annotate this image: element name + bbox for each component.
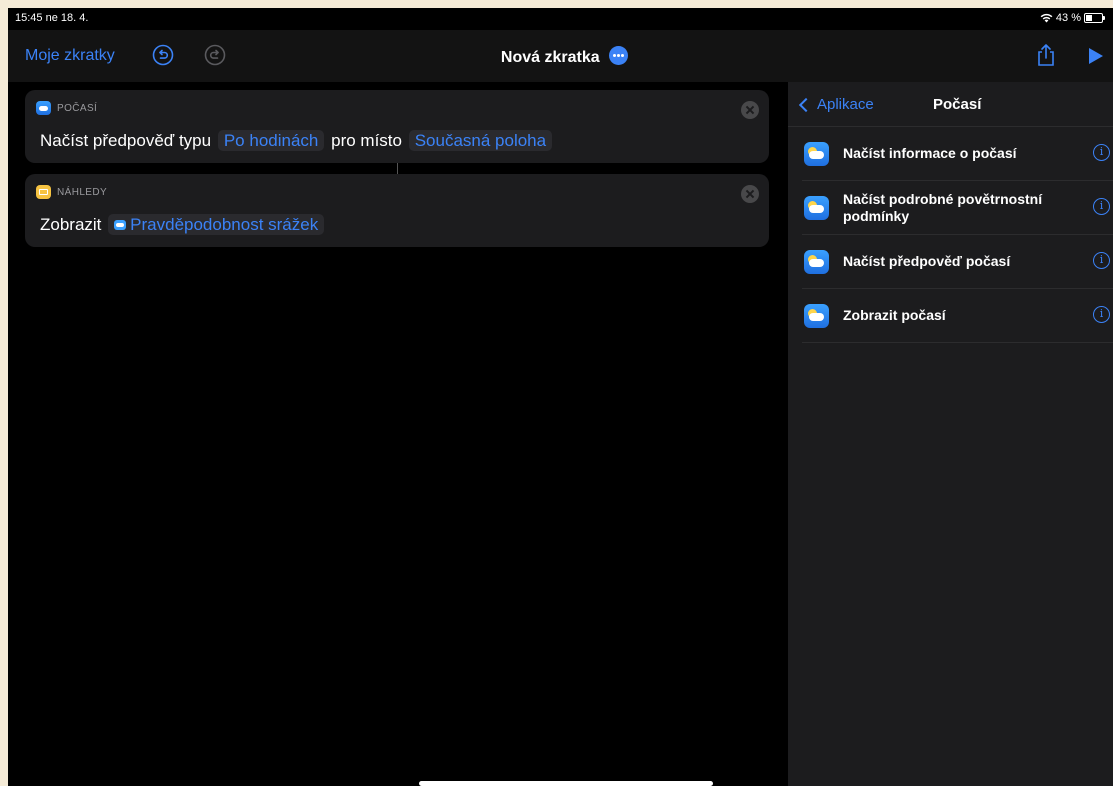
- shortcut-editor[interactable]: POČASÍ Načíst předpověď typu Po hodinách…: [8, 82, 788, 786]
- nav-bar: Moje zkratky Nová zkratka: [8, 30, 1113, 82]
- info-icon[interactable]: i: [1093, 198, 1110, 215]
- weather-icon: [804, 250, 829, 274]
- info-icon[interactable]: i: [1093, 306, 1110, 323]
- list-item[interactable]: Zobrazit počasí i: [802, 289, 1113, 343]
- close-icon[interactable]: [741, 185, 759, 203]
- action-text: Načíst předpověď typu: [40, 131, 212, 150]
- sidebar-title: Počasí: [933, 96, 982, 113]
- status-time: 15:45 ne 18. 4.: [15, 12, 89, 24]
- apps-back-button[interactable]: Aplikace: [798, 96, 874, 113]
- list-item-label: Načíst podrobné povětrnostní podmínky: [843, 191, 1043, 224]
- info-icon[interactable]: i: [1093, 144, 1110, 161]
- weather-icon: [114, 220, 127, 230]
- chevron-left-icon: [798, 97, 814, 112]
- action-connector: [397, 163, 398, 174]
- wifi-icon: [1040, 13, 1053, 23]
- more-icon[interactable]: [609, 46, 629, 65]
- action-header: POČASÍ: [36, 101, 97, 115]
- list-item-label: Načíst informace o počasí: [843, 145, 1017, 161]
- weather-icon: [804, 142, 829, 166]
- action-body: Načíst předpověď typu Po hodinách pro mí…: [40, 130, 554, 151]
- play-icon[interactable]: [1088, 47, 1104, 65]
- location-token[interactable]: Současná poloha: [408, 130, 553, 151]
- list-item[interactable]: Načíst informace o počasí i: [802, 127, 1113, 181]
- precipitation-token[interactable]: Pravděpodobnost srážek: [108, 214, 325, 235]
- notes-icon: [36, 185, 51, 199]
- shortcut-title-text: Nová zkratka: [500, 49, 600, 66]
- action-card-weather[interactable]: POČASÍ Načíst předpověď typu Po hodinách…: [25, 90, 769, 163]
- weather-icon: [36, 101, 51, 115]
- sidebar-header: Aplikace Počasí: [788, 82, 1113, 127]
- list-item[interactable]: Načíst předpověď počasí i: [802, 235, 1113, 289]
- forecast-type-token[interactable]: Po hodinách: [217, 130, 325, 151]
- action-body: Zobrazit Pravděpodobnost srážek: [40, 214, 326, 235]
- home-indicator[interactable]: [419, 781, 713, 786]
- action-text: Zobrazit: [40, 215, 102, 234]
- action-app-label: NÁHLEDY: [57, 186, 108, 198]
- weather-icon: [804, 196, 829, 220]
- close-icon[interactable]: [741, 101, 759, 119]
- battery-icon: [1084, 13, 1105, 23]
- status-bar: 15:45 ne 18. 4. 43 %: [8, 8, 1113, 30]
- action-header: NÁHLEDY: [36, 185, 107, 199]
- status-indicators: 43 %: [1040, 12, 1105, 24]
- shortcut-title[interactable]: Nová zkratka: [8, 46, 1113, 67]
- list-item-label: Zobrazit počasí: [843, 307, 946, 323]
- action-list: Načíst informace o počasí i Načíst podro…: [788, 127, 1113, 343]
- list-item-label: Načíst předpověď počasí: [843, 253, 1011, 269]
- info-icon[interactable]: i: [1093, 252, 1110, 269]
- action-app-label: POČASÍ: [57, 102, 98, 114]
- device-screen: 15:45 ne 18. 4. 43 % Moje zkratky Nová z…: [8, 8, 1113, 786]
- list-item[interactable]: Načíst podrobné povětrnostní podmínky i: [802, 181, 1113, 235]
- precipitation-token-text: Pravděpodobnost srážek: [130, 215, 319, 234]
- weather-icon: [804, 304, 829, 328]
- action-card-quicklook[interactable]: NÁHLEDY Zobrazit Pravděpodobnost srážek: [25, 174, 769, 247]
- battery-percent: 43 %: [1055, 12, 1081, 24]
- share-icon[interactable]: [1035, 43, 1057, 67]
- actions-sidebar: Aplikace Počasí Načíst informace o počas…: [788, 82, 1113, 786]
- action-text: pro místo: [331, 131, 402, 150]
- apps-back-label: Aplikace: [817, 96, 874, 113]
